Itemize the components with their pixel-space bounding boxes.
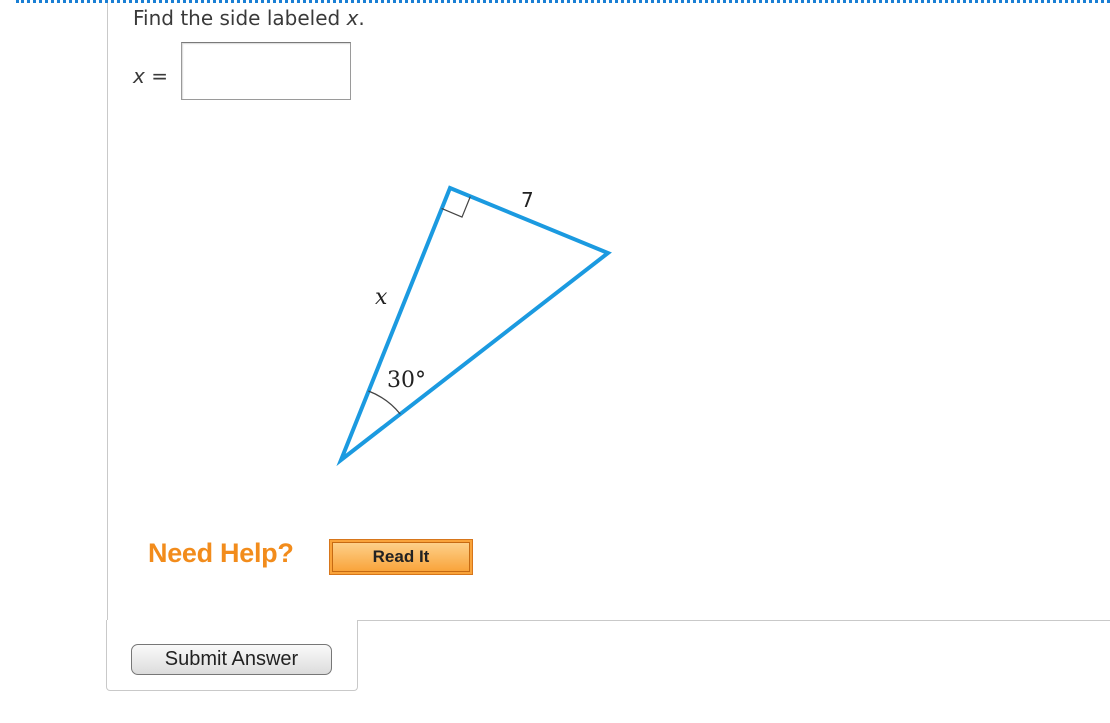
triangle-shape: [336, 185, 612, 467]
side-label-x: x: [375, 285, 388, 310]
angle-arc: [368, 390, 401, 415]
angle-label: 30°: [387, 368, 426, 393]
need-help-label: Need Help?: [148, 538, 294, 568]
triangle-figure: x 7 30°: [336, 185, 612, 467]
read-it-label: Read It: [332, 542, 470, 572]
read-it-button[interactable]: Read It: [329, 539, 473, 575]
side-label-7: 7: [521, 188, 534, 212]
submit-answer-button[interactable]: Submit Answer: [131, 644, 332, 675]
